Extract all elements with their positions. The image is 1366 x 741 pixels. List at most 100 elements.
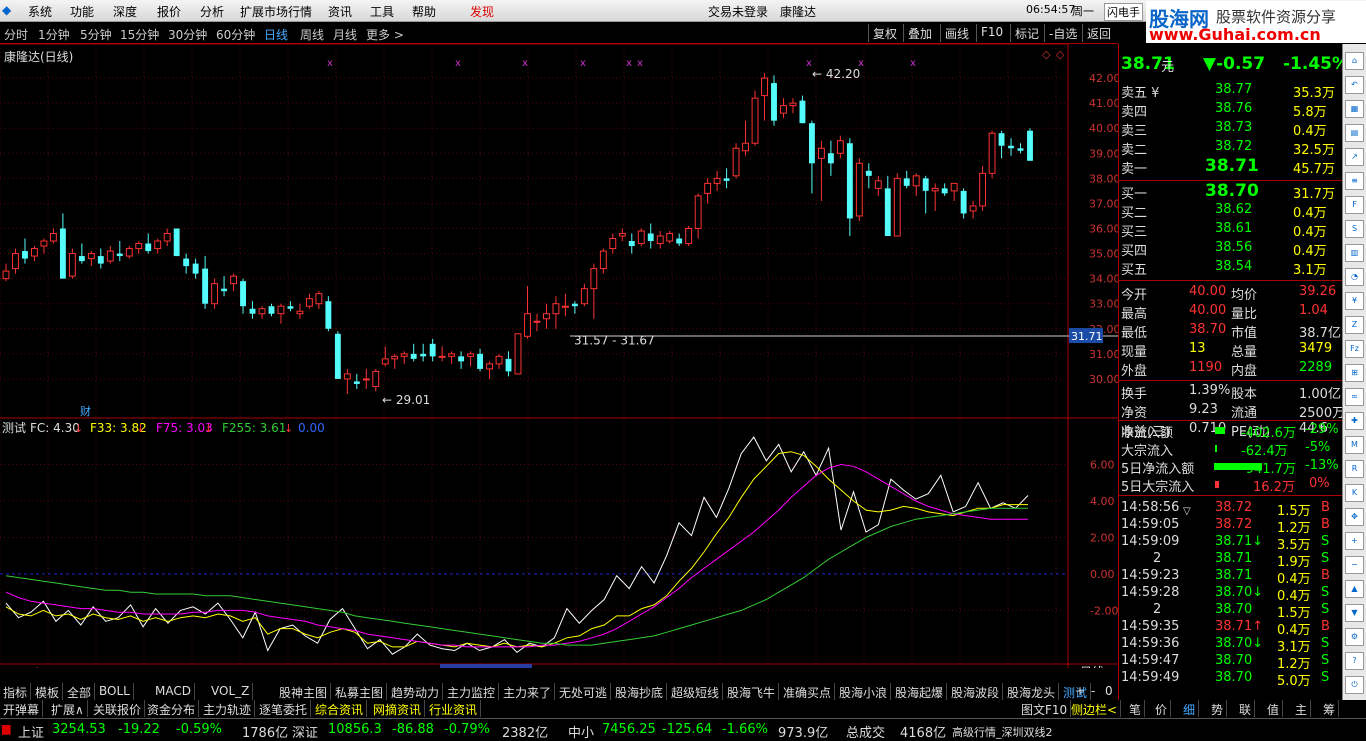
period-tab[interactable]: 1分钟 bbox=[38, 26, 70, 43]
back-icon[interactable]: ↶ bbox=[1345, 76, 1364, 94]
f10-tab[interactable]: 图文F10 bbox=[1018, 700, 1072, 717]
doc-icon[interactable]: ▥ bbox=[1345, 244, 1364, 262]
event-marker[interactable]: x bbox=[806, 58, 812, 69]
period-tab[interactable]: 5分钟 bbox=[80, 26, 112, 43]
toolbar-button[interactable]: 返回 bbox=[1082, 24, 1115, 42]
indicator-tab[interactable]: 无处可逃 bbox=[556, 683, 612, 700]
menu-discover[interactable]: 发现 bbox=[470, 3, 494, 20]
help-icon[interactable]: ? bbox=[1345, 652, 1364, 670]
indicator-tab[interactable]: 准确买点 bbox=[780, 683, 836, 700]
stock-icon[interactable]: S bbox=[1345, 220, 1364, 238]
detail-tab[interactable]: 价 bbox=[1152, 700, 1172, 717]
indicator-tab[interactable]: BOLL bbox=[96, 683, 134, 700]
sh-index-label[interactable]: 上证 bbox=[18, 722, 44, 741]
candle[interactable] bbox=[988, 130, 996, 179]
bottom-tab[interactable]: 逐笔委托 bbox=[256, 700, 312, 717]
exit-icon[interactable]: ⏻ bbox=[1345, 676, 1364, 694]
toolbar-button[interactable]: F10 bbox=[976, 24, 1007, 42]
candle[interactable] bbox=[893, 173, 901, 237]
period-tab[interactable]: 分时 bbox=[4, 26, 28, 43]
coin-icon[interactable]: ¥ bbox=[1345, 292, 1364, 310]
detail-tab[interactable]: 细 bbox=[1180, 700, 1200, 717]
indicator-tab[interactable]: 私募主图 bbox=[332, 683, 388, 700]
detail-tab[interactable]: 主 bbox=[1292, 700, 1312, 717]
sz-index-label[interactable]: 深证 bbox=[292, 722, 318, 741]
bottom-tab[interactable]: 综合资讯 bbox=[312, 700, 368, 717]
candle[interactable] bbox=[732, 143, 740, 179]
indicator-ctrl-button[interactable]: 0 bbox=[1102, 683, 1116, 700]
event-marker[interactable]: x bbox=[858, 58, 864, 69]
bottom-tab[interactable]: 扩展∧ bbox=[48, 700, 88, 717]
candle[interactable] bbox=[325, 296, 332, 332]
event-marker[interactable]: x bbox=[455, 58, 461, 69]
period-tab[interactable]: 15分钟 bbox=[120, 26, 159, 43]
event-marker[interactable]: x bbox=[327, 58, 333, 69]
indicator-tab[interactable]: 股神主图 bbox=[276, 683, 332, 700]
indicator-tab[interactable]: 趋势动力 bbox=[388, 683, 444, 700]
period-tab[interactable]: 周线 bbox=[300, 26, 324, 43]
event-marker[interactable]: x bbox=[637, 58, 643, 69]
candle[interactable] bbox=[173, 228, 180, 257]
detail-tab[interactable]: 值 bbox=[1264, 700, 1284, 717]
kline-chart[interactable]: 30.00 31.00 3 2.00 33.00 34.00 35.00 36.00 37.00… bbox=[0, 43, 1121, 679]
menu-item[interactable]: 扩展市场行情 bbox=[240, 3, 312, 20]
trend-icon[interactable]: ↗ bbox=[1345, 148, 1364, 166]
candle[interactable] bbox=[855, 158, 863, 221]
settings-icon[interactable]: ⚙ bbox=[1345, 628, 1364, 646]
menu-item[interactable]: 系统 bbox=[28, 3, 52, 20]
bottom-tab[interactable]: 主力轨迹 bbox=[200, 700, 256, 717]
flash-trade-button[interactable]: 闪电手 bbox=[1104, 3, 1143, 21]
macd-icon[interactable]: M bbox=[1345, 436, 1364, 454]
cross-icon[interactable]: ✚ bbox=[1345, 412, 1364, 430]
rsi-icon[interactable]: R bbox=[1345, 460, 1364, 478]
up-icon[interactable]: ▲ bbox=[1345, 580, 1364, 598]
period-tab[interactable]: 60分钟 bbox=[216, 26, 255, 43]
chart-icon[interactable]: ▤ bbox=[1345, 124, 1364, 142]
bottom-tab[interactable]: 关联报价 bbox=[90, 700, 146, 717]
indicator-tab[interactable]: 主力监控 bbox=[444, 683, 500, 700]
indicator-tab[interactable]: VOL_Z bbox=[208, 683, 254, 700]
sidebar-toggle[interactable]: 侧边栏< bbox=[1068, 700, 1122, 717]
menu-item[interactable]: 资讯 bbox=[328, 3, 352, 20]
chart-tool-icon[interactable]: ◇ bbox=[1042, 48, 1051, 61]
move-icon[interactable]: ✥ bbox=[1345, 508, 1364, 526]
chart-area[interactable]: 30.00 31.00 3 2.00 33.00 34.00 35.00 36.00 37.00… bbox=[0, 43, 1121, 679]
indicator-tab[interactable]: 股海抄底 bbox=[612, 683, 668, 700]
kdj-icon[interactable]: K bbox=[1345, 484, 1364, 502]
indicator-tab[interactable]: 全部 bbox=[64, 683, 96, 700]
detail-tab[interactable]: 笔 bbox=[1126, 700, 1146, 717]
indicator-tab[interactable]: 模板 bbox=[32, 683, 64, 700]
detail-tab[interactable]: 筹 bbox=[1320, 700, 1340, 717]
down-icon[interactable]: ▼ bbox=[1345, 604, 1364, 622]
menu-item[interactable]: 功能 bbox=[70, 3, 94, 20]
event-marker[interactable]: x bbox=[910, 58, 916, 69]
zone-icon[interactable]: Z bbox=[1345, 316, 1364, 334]
event-marker[interactable]: x bbox=[580, 58, 586, 69]
menu-item[interactable]: 报价 bbox=[157, 3, 181, 20]
candle[interactable] bbox=[1027, 128, 1033, 161]
toolbar-button[interactable]: 叠加 bbox=[903, 24, 936, 42]
indicator-tab[interactable]: 股海波段 bbox=[948, 683, 1004, 700]
wave-icon[interactable]: ≈ bbox=[1345, 388, 1364, 406]
menu-item[interactable]: 帮助 bbox=[412, 3, 436, 20]
candle[interactable] bbox=[751, 90, 759, 146]
menu-item[interactable]: 深度 bbox=[113, 3, 137, 20]
event-marker[interactable]: x bbox=[522, 58, 528, 69]
fz-icon[interactable]: Fz bbox=[1345, 340, 1364, 358]
zoom-in-icon[interactable]: + bbox=[1345, 532, 1364, 550]
candle[interactable] bbox=[514, 333, 522, 375]
period-tab[interactable]: 30分钟 bbox=[168, 26, 207, 43]
f10-icon[interactable]: F bbox=[1345, 196, 1364, 214]
indicator-tab[interactable]: 指标 bbox=[0, 683, 32, 700]
bottom-tab[interactable]: 网摘资讯 bbox=[370, 700, 426, 717]
zoom-out-icon[interactable]: − bbox=[1345, 556, 1364, 574]
period-tab[interactable]: 月线 bbox=[333, 26, 357, 43]
zx-index-label[interactable]: 中小 bbox=[568, 722, 594, 741]
indicator-tab[interactable]: MACD bbox=[152, 683, 195, 700]
bottom-tab[interactable]: 资金分布 bbox=[144, 700, 200, 717]
indicator-tab[interactable]: 股海起爆 bbox=[892, 683, 948, 700]
indicator-tab[interactable]: 股海小浪 bbox=[836, 683, 892, 700]
toolbar-button[interactable]: 画线 bbox=[940, 24, 973, 42]
financial-marker-icon[interactable]: 财 bbox=[80, 404, 91, 418]
candle[interactable] bbox=[334, 331, 341, 379]
